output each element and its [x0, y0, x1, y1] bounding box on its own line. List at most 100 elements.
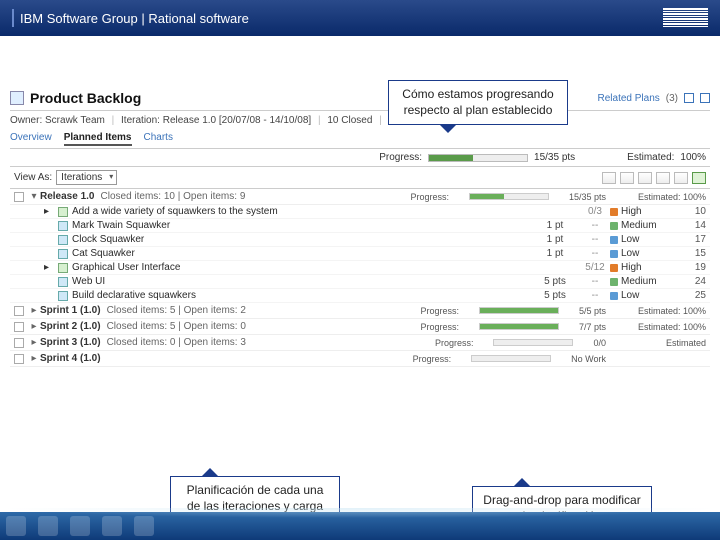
- item-ratio: 5/12: [580, 262, 610, 273]
- item-ratio: --: [580, 276, 610, 287]
- footer-icon: [134, 516, 154, 536]
- link-icon[interactable]: [700, 93, 710, 103]
- work-item-row[interactable]: Cat Squawker1 pt--Low15: [10, 247, 710, 261]
- twistie-icon[interactable]: ▸: [30, 305, 38, 316]
- group-checkbox[interactable]: [14, 306, 24, 316]
- item-ratio: --: [580, 234, 610, 245]
- footer-bar: [0, 512, 720, 540]
- group-summary: Closed items: 5 | Open items: 0: [107, 321, 246, 332]
- group-progress-bar: [471, 355, 551, 362]
- group-progress-bar: [479, 307, 559, 314]
- group-progress-value: No Work: [571, 354, 606, 364]
- view-as-select[interactable]: Iterations: [56, 170, 117, 185]
- work-item-row[interactable]: Mark Twain Squawker1 pt--Medium14: [10, 219, 710, 233]
- tab-charts[interactable]: Charts: [144, 132, 173, 146]
- app-header: IBM Software Group | Rational software: [0, 0, 720, 36]
- item-name: Clock Squawker: [72, 234, 530, 245]
- expand-all-icon[interactable]: [602, 172, 616, 184]
- group-progress-value: 0/0: [593, 338, 606, 348]
- footer-icon: [38, 516, 58, 536]
- tab-planned-items[interactable]: Planned Items: [64, 132, 132, 146]
- header-divider: [12, 9, 14, 27]
- group-progress-value: 5/5 pts: [579, 306, 606, 316]
- tabs: Overview Planned Items Charts: [10, 130, 710, 148]
- group-estimated: Estimated: 100%: [626, 306, 706, 316]
- filter-icon[interactable]: [638, 172, 652, 184]
- view-toolbar: View As: Iterations: [10, 167, 710, 189]
- item-rank: 10: [680, 206, 706, 217]
- item-ratio: --: [580, 290, 610, 301]
- group-checkbox[interactable]: [14, 354, 24, 364]
- group-progress-label: Progress:: [420, 306, 459, 316]
- priority-icon: [610, 292, 618, 300]
- related-plans-count: (3): [666, 93, 678, 104]
- group-name: Release 1.0: [40, 191, 95, 202]
- footer-icon: [102, 516, 122, 536]
- work-item-row[interactable]: Clock Squawker1 pt--Low17: [10, 233, 710, 247]
- priority-icon: [610, 250, 618, 258]
- twistie-icon[interactable]: ▸: [30, 321, 38, 332]
- group-progress-bar: [493, 339, 573, 346]
- group-estimated: Estimated: 100%: [626, 192, 706, 202]
- item-priority: Medium: [610, 220, 680, 231]
- twistie-icon[interactable]: ▾: [30, 191, 38, 202]
- group-estimated: Estimated: [626, 338, 706, 348]
- group-progress-value: 7/7 pts: [579, 322, 606, 332]
- columns-icon[interactable]: [656, 172, 670, 184]
- group-checkbox[interactable]: [14, 322, 24, 332]
- group-summary: Closed items: 0 | Open items: 3: [107, 337, 246, 348]
- plan-icon: [10, 91, 24, 105]
- twistie-icon[interactable]: ▸: [30, 353, 38, 364]
- group-progress-label: Progress:: [410, 192, 449, 202]
- item-rank: 25: [680, 290, 706, 301]
- work-item-row[interactable]: Web UI5 pts--Medium24: [10, 275, 710, 289]
- workitem-icon: [58, 249, 68, 259]
- priority-icon: [610, 236, 618, 244]
- item-points: 5 pts: [530, 276, 580, 287]
- group-summary: Closed items: 10 | Open items: 9: [101, 191, 246, 202]
- group-progress-value: 15/35 pts: [569, 192, 606, 202]
- item-rank: 24: [680, 276, 706, 287]
- estimated-label: Estimated:: [627, 152, 674, 163]
- title-row: Product Backlog Related Plans (3): [10, 44, 710, 111]
- add-item-icon[interactable]: [692, 172, 706, 184]
- work-item-row[interactable]: Build declarative squawkers5 pts--Low25: [10, 289, 710, 303]
- story-icon: [58, 207, 68, 217]
- item-priority: Medium: [610, 276, 680, 287]
- collapse-all-icon[interactable]: [620, 172, 634, 184]
- status-bar: Progress: 15/35 pts Estimated: 100%: [10, 148, 710, 167]
- group-name: Sprint 2 (1.0): [40, 321, 101, 332]
- ibm-logo-icon: [663, 8, 708, 26]
- group-progress-bar: [479, 323, 559, 330]
- related-plans-link[interactable]: Related Plans: [598, 93, 660, 104]
- twistie-icon[interactable]: ▸: [30, 337, 38, 348]
- iteration-group[interactable]: ▸Sprint 1 (1.0)Closed items: 5 | Open it…: [10, 303, 710, 319]
- footer-icon: [70, 516, 90, 536]
- iteration-group[interactable]: ▾Release 1.0 Closed items: 10 | Open item…: [10, 189, 710, 205]
- item-ratio: --: [580, 220, 610, 231]
- priority-icon: [610, 264, 618, 272]
- refresh-icon[interactable]: [674, 172, 688, 184]
- iteration-group[interactable]: ▸Sprint 4 (1.0)Progress:No Work: [10, 351, 710, 367]
- item-rank: 14: [680, 220, 706, 231]
- workitem-icon: [58, 277, 68, 287]
- priority-icon: [610, 208, 618, 216]
- group-checkbox[interactable]: [14, 192, 24, 202]
- group-estimated: Estimated: 100%: [626, 322, 706, 332]
- group-progress-bar: [469, 193, 549, 200]
- edit-icon[interactable]: [684, 93, 694, 103]
- iteration-group[interactable]: ▸Sprint 3 (1.0)Closed items: 0 | Open it…: [10, 335, 710, 351]
- item-points: 1 pt: [530, 248, 580, 259]
- item-points: 5 pts: [530, 290, 580, 301]
- work-item-row[interactable]: ▸Add a wide variety of squawkers to the …: [10, 205, 710, 219]
- item-points: 1 pt: [530, 220, 580, 231]
- work-item-row[interactable]: ▸Graphical User Interface5/12High19: [10, 261, 710, 275]
- tab-overview[interactable]: Overview: [10, 132, 52, 146]
- item-name: Cat Squawker: [72, 248, 530, 259]
- group-checkbox[interactable]: [14, 338, 24, 348]
- item-priority: Low: [610, 248, 680, 259]
- iteration-group[interactable]: ▸Sprint 2 (1.0) Closed items: 5 | Open it…: [10, 319, 710, 335]
- workitem-icon: [58, 235, 68, 245]
- view-as-label: View As:: [14, 172, 52, 183]
- priority-icon: [610, 278, 618, 286]
